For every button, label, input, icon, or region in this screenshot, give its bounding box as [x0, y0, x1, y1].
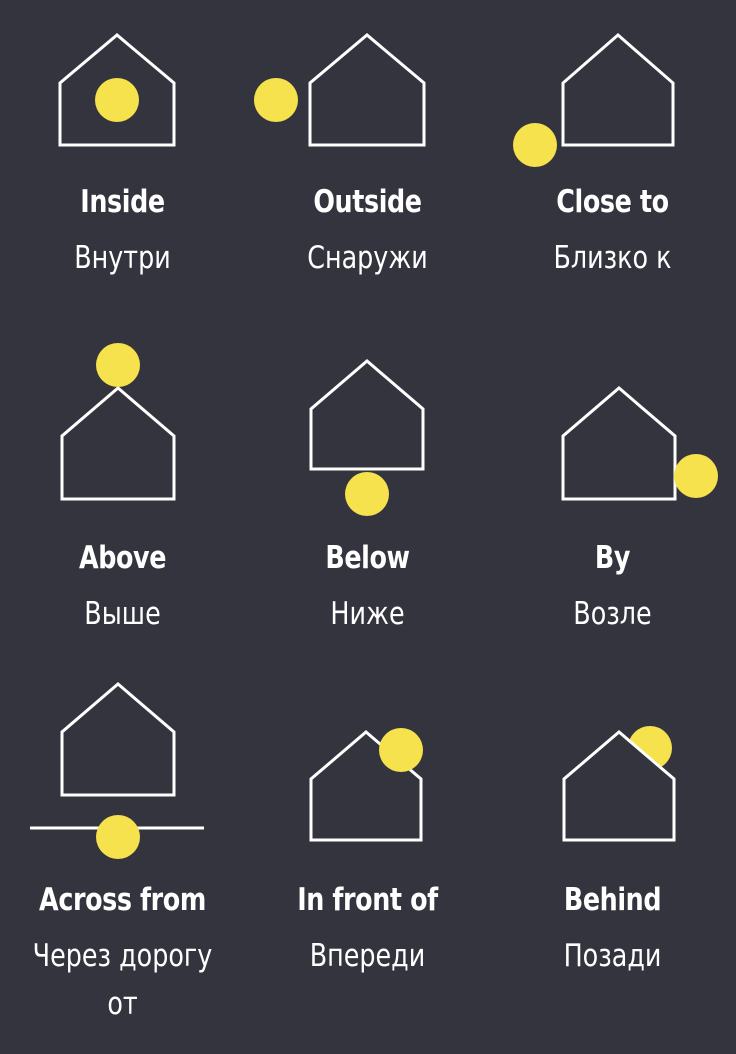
- russian-label: Ниже: [330, 596, 405, 632]
- english-label: Outside: [313, 184, 422, 220]
- russian-label: Близко к: [553, 240, 672, 276]
- house-with-dot-below-icon: [309, 359, 425, 516]
- russian-label: Внутри: [74, 240, 171, 276]
- english-label: Above: [78, 540, 167, 576]
- english-label: Inside: [80, 184, 165, 220]
- prepositions-infographic: Inside Внутри Outside Снаружи Close to Б…: [0, 0, 736, 1054]
- russian-label: Впереди: [309, 938, 426, 974]
- english-label: Across from: [39, 882, 206, 918]
- item-inside: Inside Внутри: [0, 0, 245, 350]
- house-with-dot-close-to-icon: [513, 33, 675, 167]
- russian-label: Снаружи: [307, 240, 428, 276]
- russian-label: Возле: [573, 596, 652, 632]
- house-with-dot-inside-icon: [58, 33, 176, 147]
- item-above: Above Выше: [0, 340, 245, 690]
- english-label: Below: [325, 540, 410, 576]
- item-below: Below Ниже: [245, 340, 490, 690]
- house-with-dot-above-icon: [60, 343, 176, 501]
- english-label: By: [594, 540, 631, 576]
- english-label: Close to: [556, 184, 669, 220]
- russian-label: Выше: [84, 596, 161, 632]
- english-label: In front of: [297, 882, 438, 918]
- item-by: By Возле: [490, 340, 735, 690]
- item-outside: Outside Снаружи: [245, 0, 490, 350]
- item-behind: Behind Позади: [490, 680, 735, 1030]
- house-with-dot-in-front-of-icon: [309, 728, 423, 842]
- russian-label: Позади: [563, 938, 662, 974]
- russian-label: Через дорогу: [32, 938, 213, 974]
- item-across-from: Across from Через дорогу от: [0, 680, 245, 1030]
- item-close-to: Close to Близко к: [490, 0, 735, 350]
- house-with-dot-behind-icon: [562, 726, 676, 842]
- item-in-front-of: In front of Впереди: [245, 680, 490, 1030]
- english-label: Behind: [563, 882, 662, 918]
- house-with-dot-across-from-icon: [30, 682, 204, 859]
- house-with-dot-outside-icon: [254, 33, 426, 147]
- russian-label-line-2: от: [107, 986, 138, 1022]
- house-with-dot-by-icon: [561, 386, 718, 501]
